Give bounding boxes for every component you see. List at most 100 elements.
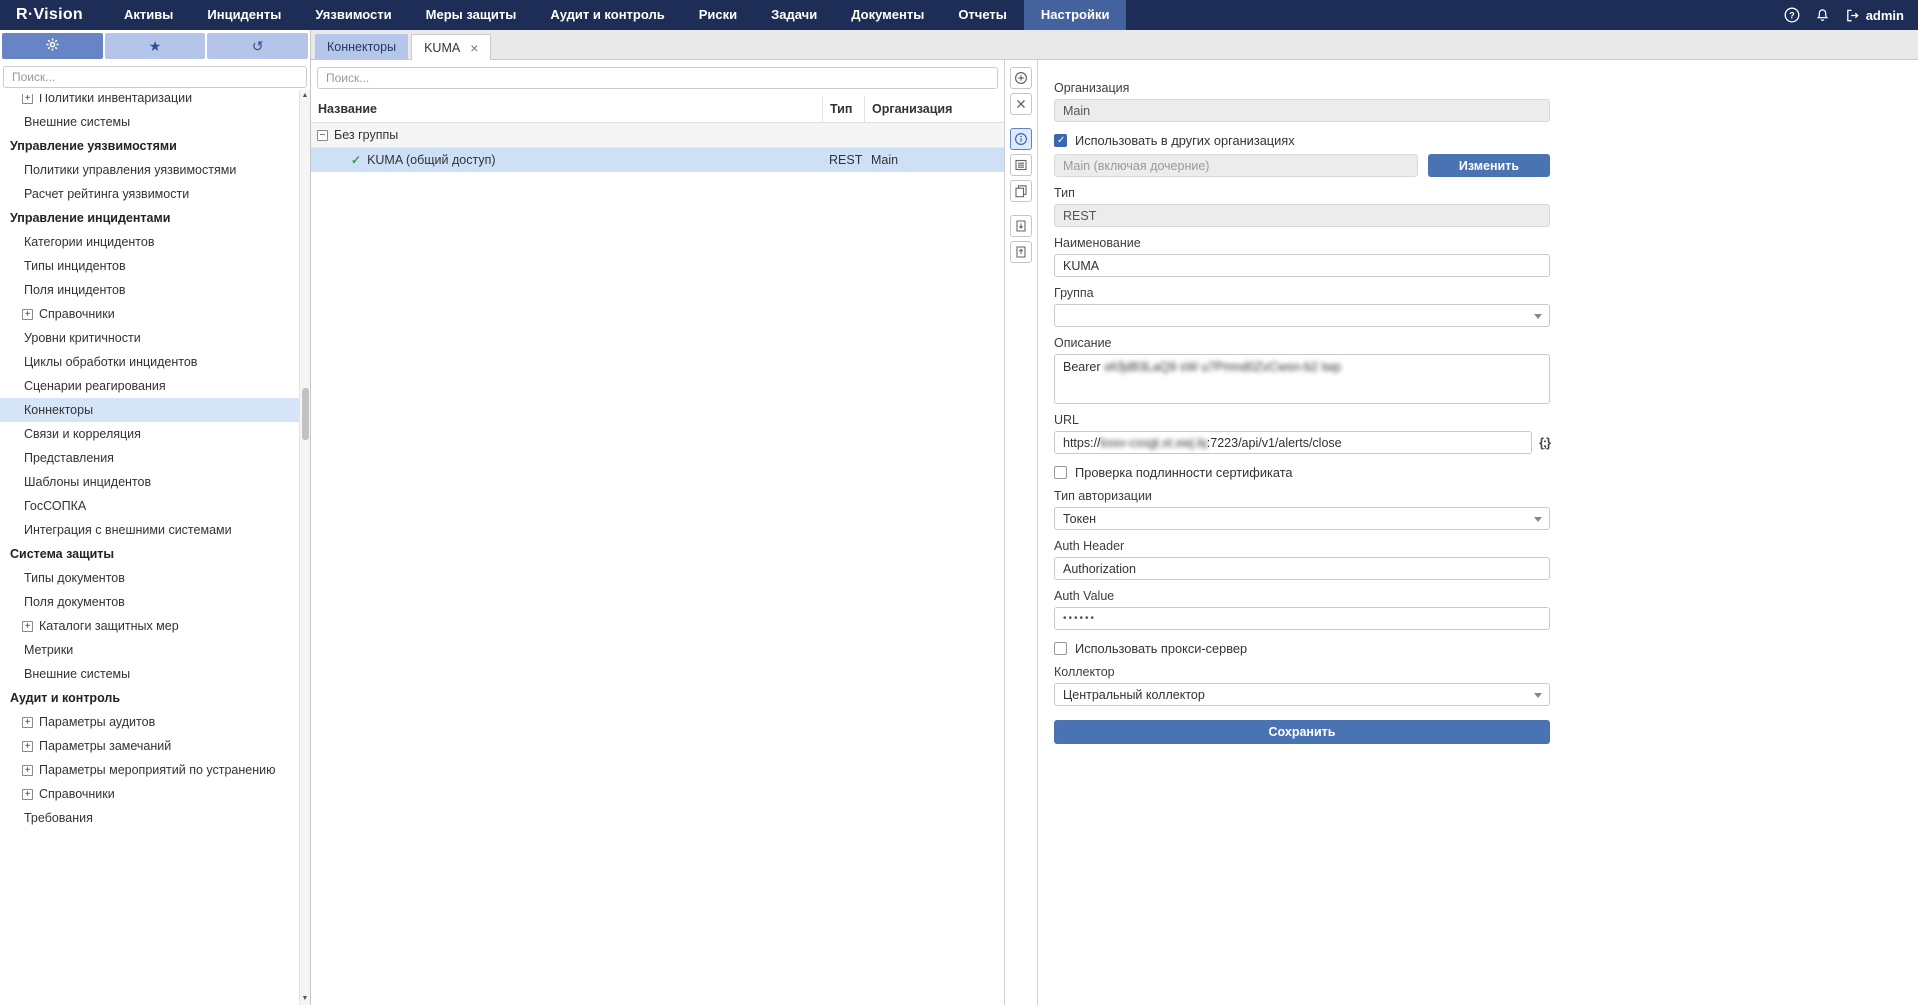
expand-icon[interactable]: + xyxy=(22,309,33,320)
cert-check-checkbox[interactable] xyxy=(1054,466,1067,479)
group-select[interactable] xyxy=(1054,304,1550,327)
sidebar-item[interactable]: Поля инцидентов xyxy=(0,278,299,302)
sidebar-item[interactable]: Сценарии реагирования xyxy=(0,374,299,398)
tab-1[interactable]: Коннекторы xyxy=(315,34,408,59)
sidebar-item[interactable]: Шаблоны инцидентов xyxy=(0,470,299,494)
sidebar-item[interactable]: Категории инцидентов xyxy=(0,230,299,254)
notifications-icon[interactable] xyxy=(1815,8,1830,23)
expand-icon[interactable]: + xyxy=(22,94,33,104)
connector-form: Организация Main Использовать в других о… xyxy=(1038,60,1566,756)
change-button[interactable]: Изменить xyxy=(1428,154,1550,177)
nav-item-8[interactable]: Документы xyxy=(834,0,941,30)
sidebar-scrollbar[interactable]: ▲ ▼ xyxy=(299,90,310,1005)
sidebar-item[interactable]: Циклы обработки инцидентов xyxy=(0,350,299,374)
share-orgs-checkbox[interactable] xyxy=(1054,134,1067,147)
group-row[interactable]: −Без группы xyxy=(311,123,1004,148)
sidebar-item[interactable]: ГосСОПКА xyxy=(0,494,299,518)
collector-select[interactable]: Центральный коллектор xyxy=(1054,683,1550,706)
sidebar-item[interactable]: + Параметры замечаний xyxy=(0,734,299,758)
sidebar-item[interactable]: +Справочники xyxy=(0,302,299,326)
sidebar-item[interactable]: Поля документов xyxy=(0,590,299,614)
sidebar-item[interactable]: Коннекторы xyxy=(0,398,299,422)
auth-header-label: Auth Header xyxy=(1054,539,1550,553)
sidebar-item[interactable]: Уровни критичности xyxy=(0,326,299,350)
sidebar-item-label: Справочники xyxy=(39,787,115,801)
expand-icon[interactable]: + xyxy=(22,717,33,728)
auth-type-label: Тип авторизации xyxy=(1054,489,1550,503)
app-logo[interactable]: R·Vision xyxy=(0,6,107,24)
column-header-2[interactable]: Тип xyxy=(822,96,864,122)
sidebar-item[interactable]: Внешние системы xyxy=(0,662,299,686)
nav-item-7[interactable]: Задачи xyxy=(754,0,834,30)
sidebar-item[interactable]: Связи и корреляция xyxy=(0,422,299,446)
history-icon: ↺ xyxy=(252,38,264,55)
expand-icon[interactable]: + xyxy=(22,765,33,776)
sidebar-item-label: Категории инцидентов xyxy=(24,235,154,249)
favorites-icon: ★ xyxy=(149,38,162,55)
expand-icon[interactable]: + xyxy=(22,741,33,752)
sidebar-item[interactable]: Политики управления уязвимостями xyxy=(0,158,299,182)
tab-close-icon[interactable]: × xyxy=(470,41,478,55)
user-menu[interactable]: admin xyxy=(1845,8,1904,23)
tab-label: KUMA xyxy=(424,41,460,55)
sidebar-item[interactable]: Типы документов xyxy=(0,566,299,590)
sidebar-item[interactable]: +Каталоги защитных мер xyxy=(0,614,299,638)
proxy-checkbox[interactable] xyxy=(1054,642,1067,655)
details-button[interactable] xyxy=(1010,154,1032,176)
expand-icon[interactable]: + xyxy=(22,789,33,800)
help-icon[interactable]: ? xyxy=(1784,7,1800,23)
save-button[interactable]: Сохранить xyxy=(1054,720,1550,744)
sidebar-item[interactable]: +Политики инвентаризации xyxy=(0,94,299,110)
sidebar-tab-settings[interactable] xyxy=(2,33,103,59)
collapse-icon[interactable]: − xyxy=(317,130,328,141)
table-row[interactable]: ✓KUMA (общий доступ)RESTMain xyxy=(311,148,1004,172)
nav-item-10[interactable]: Настройки xyxy=(1024,0,1127,30)
info-button[interactable] xyxy=(1010,128,1032,150)
sidebar-item-label: Параметры замечаний xyxy=(39,739,171,753)
connectors-search-input[interactable] xyxy=(317,67,998,89)
sidebar-tab-history[interactable]: ↺ xyxy=(207,33,308,59)
expand-icon[interactable]: + xyxy=(22,621,33,632)
tab-2[interactable]: KUMA × xyxy=(411,34,491,60)
url-field[interactable]: https://kxxv-cxxgt.xt.xwj.lq:7223/api/v1… xyxy=(1054,431,1532,454)
sidebar-item[interactable]: Требования xyxy=(0,806,299,830)
column-header-1[interactable]: Название xyxy=(311,96,822,122)
top-navigation-bar: R·Vision АктивыИнцидентыУязвимостиМеры з… xyxy=(0,0,1918,30)
sidebar-item[interactable]: Типы инцидентов xyxy=(0,254,299,278)
proxy-row: Использовать прокси-сервер xyxy=(1054,641,1550,656)
nav-item-6[interactable]: Риски xyxy=(682,0,754,30)
variables-icon[interactable]: {;} xyxy=(1539,436,1550,450)
copy-button[interactable] xyxy=(1010,180,1032,202)
auth-header-input[interactable] xyxy=(1054,557,1550,580)
scrollbar-thumb[interactable] xyxy=(302,388,309,440)
export-button[interactable] xyxy=(1010,241,1032,263)
nav-item-3[interactable]: Уязвимости xyxy=(298,0,408,30)
sidebar-tab-favorites[interactable]: ★ xyxy=(105,33,206,59)
remove-button[interactable] xyxy=(1010,93,1032,115)
auth-type-select[interactable]: Токен xyxy=(1054,507,1550,530)
nav-item-2[interactable]: Инциденты xyxy=(190,0,298,30)
sidebar-item[interactable]: +Параметры мероприятий по устранению xyxy=(0,758,299,782)
sidebar-search-input[interactable] xyxy=(3,66,307,88)
add-button[interactable] xyxy=(1010,67,1032,89)
sidebar-item[interactable]: +Параметры аудитов xyxy=(0,710,299,734)
auth-value-input[interactable]: •••••• xyxy=(1054,607,1550,630)
nav-item-9[interactable]: Отчеты xyxy=(941,0,1024,30)
sidebar-item[interactable]: + Справочники xyxy=(0,782,299,806)
nav-item-1[interactable]: Активы xyxy=(107,0,190,30)
connector-details-panel: Организация Main Использовать в других о… xyxy=(1038,60,1918,1005)
sidebar-item[interactable]: Внешние системы xyxy=(0,110,299,134)
scroll-down-icon[interactable]: ▼ xyxy=(302,993,309,1005)
sidebar-item[interactable]: Расчет рейтинга уязвимости xyxy=(0,182,299,206)
import-button[interactable] xyxy=(1010,215,1032,237)
column-header-3[interactable]: Организация xyxy=(864,96,1004,122)
name-input[interactable] xyxy=(1054,254,1550,277)
nav-item-4[interactable]: Меры защиты xyxy=(409,0,534,30)
scroll-up-icon[interactable]: ▲ xyxy=(302,90,309,102)
nav-item-5[interactable]: Аудит и контроль xyxy=(533,0,681,30)
sidebar-item[interactable]: Интеграция с внешними системами xyxy=(0,518,299,542)
description-field[interactable]: Bearer xKfjd83LaQ9 sW u7Pmnd0ZvCwsn-b2 t… xyxy=(1054,354,1550,404)
sidebar-item[interactable]: Представления xyxy=(0,446,299,470)
sidebar-item-label: Типы инцидентов xyxy=(24,259,126,273)
sidebar-item[interactable]: Метрики xyxy=(0,638,299,662)
